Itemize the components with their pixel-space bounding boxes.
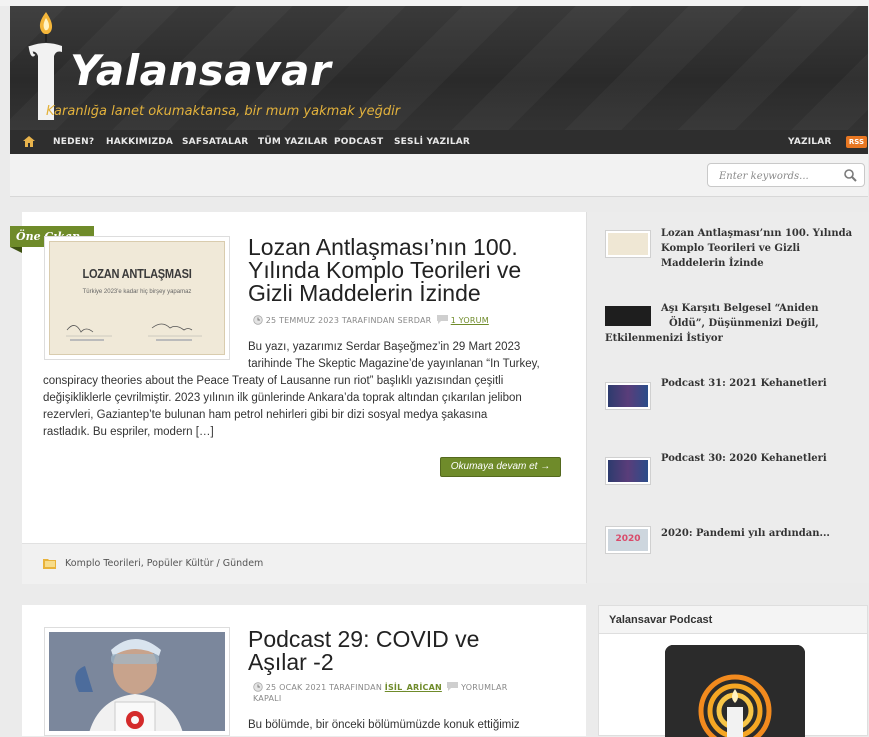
post-title[interactable]: Podcast 29: COVID ve Aşılar -2 [248, 628, 479, 674]
post-date: 25 TEMMUZ 2023 [265, 316, 340, 325]
sidebar-item-podcast-30[interactable]: Podcast 30: 2020 Kehanetleri [587, 437, 869, 513]
thumbnail-text: 2020 [608, 529, 648, 551]
site-tagline: Karanlığa lanet okumaktansa, bir mum yak… [46, 104, 401, 119]
post-by-label: TARAFINDAN [341, 316, 395, 325]
sidebar-item-title[interactable]: 2020: Pandemi yılı ardından... [661, 526, 861, 541]
excerpt-line: rezervleri, Gaziantep’te bulunan ham pet… [43, 409, 488, 421]
sidebar-title-line: Öldü”, Düşünmenizi Değil, [669, 318, 819, 329]
nav-item-yazilar-feed[interactable]: YAZILAR [788, 137, 832, 147]
excerpt-line: conspiracy theories about the Peace Trea… [43, 375, 504, 387]
nav-item-neden[interactable]: NEDEN? [53, 137, 94, 147]
read-more-button[interactable]: Okumaya devam et → [440, 457, 561, 477]
excerpt-line: değişikliklerle çevrilmiştir. 2023 yılın… [43, 392, 522, 404]
home-icon[interactable] [23, 136, 35, 147]
post-author[interactable]: SERDAR [398, 316, 432, 325]
recent-posts-sidebar: Lozan Antlaşması’nın 100. Yılında Komplo… [586, 212, 869, 583]
sidebar-title-line: Aşı Karşıtı Belgesel “Aniden [661, 303, 819, 314]
comment-icon [436, 315, 448, 324]
comment-icon [447, 682, 459, 691]
sidebar-title-line: Etkilenmenizi İstiyor [605, 333, 723, 344]
sidebar-title-line: Lozan Antlaşması’nın 100. Yılında [661, 228, 853, 239]
comments-link[interactable]: 1 YORUM [451, 316, 489, 325]
person-photo-icon [49, 632, 225, 731]
featured-post-footer: Komplo Teorileri, Popüler Kültür / Günde… [22, 543, 586, 584]
thumbnail-subtitle: Türkiye 2023'e kadar hiç birşey yapamaz [82, 289, 192, 295]
sidebar-thumbnail [605, 457, 651, 485]
sidebar-item-title[interactable]: Aşı Karşıtı Belgesel “Aniden Öldü”, Düşü… [587, 301, 857, 346]
sidebar-item-podcast-31[interactable]: Podcast 31: 2021 Kehanetleri [587, 362, 869, 438]
sidebar-item-title[interactable]: Podcast 30: 2020 Kehanetleri [661, 451, 861, 466]
post-title-line-2[interactable]: Aşılar -2 [248, 651, 479, 674]
sidebar-item-title[interactable]: Podcast 31: 2021 Kehanetleri [661, 376, 861, 391]
sidebar-item-title[interactable]: Lozan Antlaşması’nın 100. Yılında Komplo… [661, 226, 861, 271]
featured-post-meta: 25 TEMMUZ 2023 TARAFINDAN SERDAR 1 YORUM [253, 315, 489, 325]
podcast-widget: Yalansavar Podcast [598, 605, 868, 737]
sidebar-title-line: 2020: Pandemi yılı ardından... [661, 528, 830, 539]
clock-icon [253, 315, 263, 325]
podcast-broadcast-icon [665, 645, 805, 737]
post-meta: 25 OCAK 2021 TARAFINDAN İSİL_ARİCAN YORU… [253, 682, 553, 704]
featured-post-thumbnail[interactable]: LOZAN ANTLAŞMASI Türkiye 2023'e kadar hi… [44, 236, 230, 360]
podcast-cover[interactable] [665, 645, 805, 737]
sidebar-thumbnail: 2020 [605, 526, 651, 554]
post-categories[interactable]: Komplo Teorileri, Popüler Kültür / Günde… [65, 558, 263, 569]
excerpt-line: rastladık. Bu espriler, modern […] [43, 426, 214, 438]
sidebar-item-asi-karsiti[interactable]: Aşı Karşıtı Belgesel “Aniden Öldü”, Düşü… [587, 287, 869, 363]
search-box [707, 163, 865, 187]
nav-item-hakkimizda[interactable]: HAKKIMIZDA [106, 137, 173, 147]
thumbnail-heading: LOZAN ANTLAŞMASI [82, 266, 192, 281]
featured-post-title[interactable]: Lozan Antlaşması’nın 100. Yılında Komplo… [248, 236, 521, 305]
featured-title-line-1[interactable]: Lozan Antlaşması’nın 100. [248, 236, 521, 259]
comments-status-cont: KAPALI [253, 694, 282, 703]
widget-title: Yalansavar Podcast [599, 606, 867, 634]
sidebar-item-lozan[interactable]: Lozan Antlaşması’nın 100. Yılında Komplo… [587, 212, 869, 288]
nav-item-safsatalar[interactable]: SAFSATALAR [182, 137, 248, 147]
sidebar-thumbnail [605, 230, 651, 258]
featured-title-line-2[interactable]: Yılında Komplo Teorileri ve [248, 259, 521, 282]
clock-icon [253, 682, 263, 692]
nav-item-tum-yazilar[interactable]: TÜM YAZILAR [258, 137, 328, 147]
post-date: 25 OCAK 2021 [265, 683, 327, 692]
post-excerpt: Bu bölümde, bir önceki bölümümüzde konuk… [248, 717, 568, 734]
comments-status: YORUMLAR [461, 683, 508, 692]
post-author[interactable]: İSİL_ARİCAN [385, 683, 442, 692]
featured-excerpt-top: Bu yazı, yazarımız Serdar Başeğmez’in 29… [248, 339, 568, 373]
post-title-line-1[interactable]: Podcast 29: COVID ve [248, 628, 479, 651]
excerpt-line: Bu yazı, yazarımız Serdar Başeğmez’in 29… [248, 341, 521, 353]
thumbnail-signatures [62, 318, 212, 346]
nav-item-sesli-yazilar[interactable]: SESLİ YAZILAR [394, 137, 470, 147]
search-input[interactable] [717, 168, 841, 185]
sidebar-title-line: Komplo Teorileri ve Gizli [661, 243, 801, 254]
featured-excerpt-body: conspiracy theories about the Peace Trea… [43, 373, 578, 441]
sidebar-title-line: Maddelerin İzinde [661, 258, 764, 269]
sidebar-thumbnail [605, 382, 651, 410]
main-navigation: NEDEN? HAKKIMIZDA SAFSATALAR TÜM YAZILAR… [10, 130, 868, 154]
featured-title-line-3[interactable]: Gizli Maddelerin İzinde [248, 282, 521, 305]
search-icon[interactable] [844, 169, 857, 182]
sidebar-title-line: Podcast 30: 2020 Kehanetleri [661, 453, 827, 464]
nav-item-podcast[interactable]: PODCAST [334, 137, 383, 147]
post-thumbnail[interactable] [44, 627, 230, 736]
post-by-label: TARAFINDAN [329, 683, 383, 692]
search-bar [10, 154, 868, 197]
excerpt-line: tarihinde The Skeptic Magazine’de yayınl… [248, 358, 540, 370]
excerpt-line: Bu bölümde, bir önceki bölümümüzde konuk… [248, 719, 520, 731]
rss-icon[interactable]: RSS [846, 136, 867, 148]
folder-icon [43, 559, 56, 569]
site-header: Yalansavar Karanlığa lanet okumaktansa, … [10, 6, 868, 130]
site-title[interactable]: Yalansavar [70, 46, 331, 95]
sidebar-item-2020[interactable]: 2020 2020: Pandemi yılı ardından... [587, 512, 869, 583]
sidebar-title-line: Podcast 31: 2021 Kehanetleri [661, 378, 827, 389]
